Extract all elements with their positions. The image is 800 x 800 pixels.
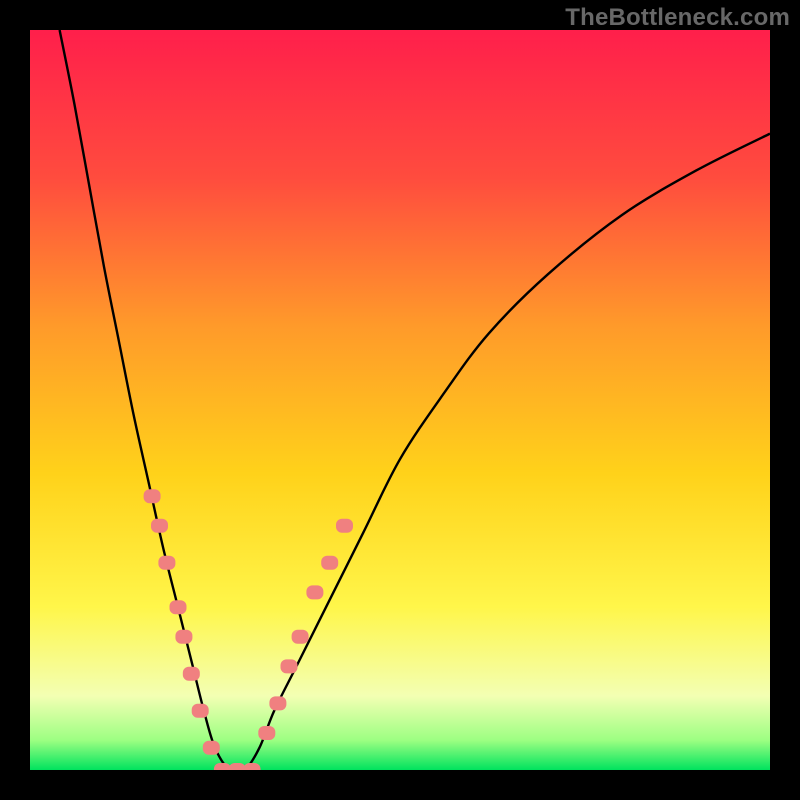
marker-point <box>203 741 220 755</box>
gradient-background <box>30 30 770 770</box>
chart-frame: TheBottleneck.com <box>0 0 800 800</box>
marker-point <box>170 600 187 614</box>
marker-point <box>151 519 168 533</box>
marker-point <box>269 696 286 710</box>
marker-point <box>175 630 192 644</box>
marker-point <box>158 556 175 570</box>
marker-point <box>183 667 200 681</box>
chart-svg <box>30 30 770 770</box>
marker-point <box>321 556 338 570</box>
marker-point <box>336 519 353 533</box>
marker-point <box>281 659 298 673</box>
watermark-text: TheBottleneck.com <box>565 4 790 32</box>
marker-point <box>192 704 209 718</box>
marker-point <box>306 585 323 599</box>
marker-point <box>144 489 161 503</box>
plot-area <box>30 30 770 770</box>
marker-point <box>292 630 309 644</box>
marker-point <box>258 726 275 740</box>
